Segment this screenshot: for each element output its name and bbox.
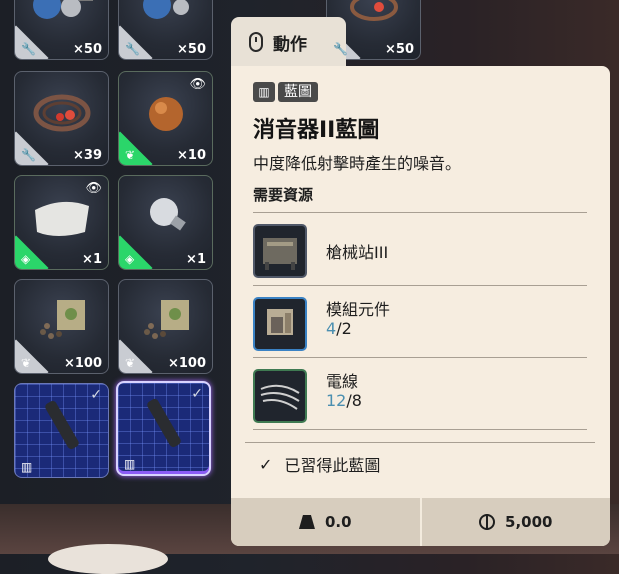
category-tag: ▥ 藍圖 <box>253 82 318 102</box>
leaf-icon: ❦ <box>21 356 32 370</box>
leaf-icon: ❦ <box>125 148 136 162</box>
requirement-count: 4/2 <box>326 319 352 338</box>
blueprint-book-icon: ▥ <box>124 457 136 471</box>
requirement-row: 槍械站III <box>253 215 587 285</box>
seed-pack-art <box>39 299 85 339</box>
inventory-slot[interactable]: 👁 ❦ ×10 <box>118 71 213 166</box>
inventory-slot[interactable]: ❦ ×100 <box>14 279 109 374</box>
learned-status-text: 已習得此藍圖 <box>284 456 381 475</box>
item-description: 中度降低射擊時產生的噪音。 <box>253 154 462 173</box>
inventory-slot[interactable]: 🔧 ×50 <box>118 0 213 60</box>
wire-thumbnail <box>253 369 307 423</box>
suppressor-art <box>146 398 181 448</box>
wrench-icon: 🔧 <box>21 42 36 56</box>
requirement-name: 槍械站III <box>326 243 389 262</box>
divider <box>253 285 587 286</box>
action-tab[interactable]: 動作 <box>231 17 346 67</box>
item-tooltip-panel: ▥ 藍圖 消音器II藍圖 中度降低射擊時產生的噪音。 需要資源 槍械站III 模… <box>231 66 610 546</box>
requirement-name: 電線 <box>326 372 359 391</box>
suppressor-art <box>44 400 79 449</box>
divider <box>253 357 587 358</box>
weight-value: 0.0 <box>324 513 352 531</box>
seed-pack-art <box>143 299 189 339</box>
price-value: 5,000 <box>505 513 553 531</box>
background-oval-button <box>48 544 168 574</box>
wrench-icon: 🔧 <box>125 42 140 56</box>
inventory-slot[interactable]: 🔧 ×39 <box>14 71 109 166</box>
gun-bench-thumbnail <box>253 224 307 278</box>
check-icon: ✓ <box>90 387 102 403</box>
wrench-icon: 🔧 <box>21 148 36 162</box>
check-icon: ✓ <box>259 454 273 474</box>
requirement-row: 電線 12/8 <box>253 360 587 430</box>
light-bulb-art <box>149 197 186 231</box>
wrench-icon: 🔧 <box>333 42 348 56</box>
divider <box>245 442 595 443</box>
learned-status: ✓ 已習得此藍圖 <box>259 452 380 476</box>
tool-set-art <box>142 0 189 19</box>
inventory-slot-blueprint-selected[interactable]: ✓ ▥ <box>116 381 211 476</box>
mouse-icon <box>249 32 263 52</box>
leaf-icon: ❦ <box>125 356 136 370</box>
divider <box>253 212 587 213</box>
weight-icon <box>298 515 315 529</box>
wire-coil-art <box>33 94 90 132</box>
blueprint-book-icon: ▥ <box>21 460 33 474</box>
wire-coil-art <box>349 0 398 21</box>
inventory-slot[interactable]: ◈ ×1 <box>118 175 213 270</box>
coin-icon <box>479 514 496 530</box>
category-tag-label: 藍圖 <box>278 82 318 102</box>
blueprint-book-icon: ▥ <box>253 82 275 102</box>
requirement-name: 模組元件 <box>326 300 391 319</box>
requirements-heading: 需要資源 <box>253 186 314 204</box>
diamond-icon: ◈ <box>21 252 31 266</box>
fruit-art <box>148 96 183 131</box>
inventory-slot-blueprint[interactable]: ✓ ▥ <box>14 383 109 478</box>
divider <box>253 429 587 430</box>
pillow-art <box>34 201 89 236</box>
module-component-thumbnail <box>253 297 307 351</box>
eye-icon: 👁 <box>189 77 206 92</box>
weight-cell: 0.0 <box>231 498 420 546</box>
diamond-icon: ◈ <box>125 252 135 266</box>
tool-set-art <box>32 0 93 19</box>
inventory-slot[interactable]: 👁 ◈ ×1 <box>14 175 109 270</box>
tooltip-footer: 0.0 5,000 <box>231 498 610 546</box>
inventory-slot[interactable]: ❦ ×100 <box>118 279 213 374</box>
requirement-count: 12/8 <box>326 391 362 410</box>
action-tab-label: 動作 <box>273 34 307 55</box>
inventory-slot[interactable]: 🔧 ×50 <box>14 0 109 60</box>
item-title: 消音器II藍圖 <box>253 118 380 143</box>
requirement-row: 模組元件 4/2 <box>253 288 587 358</box>
price-cell: 5,000 <box>422 498 611 546</box>
